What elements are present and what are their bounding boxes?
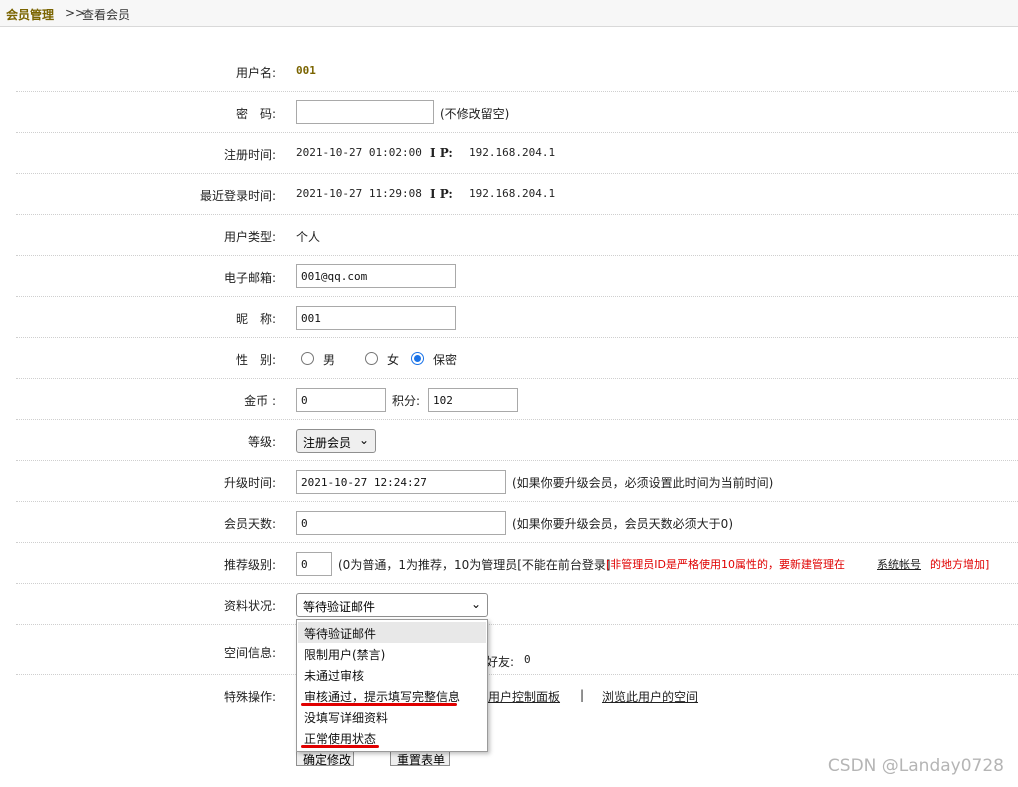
breadcrumb-page: 查看会员	[82, 8, 131, 22]
row-gender: 性 别: 男 女 保密	[16, 338, 1018, 379]
gender-secret-radio[interactable]	[411, 352, 424, 365]
status-option[interactable]: 未通过审核	[298, 664, 486, 685]
last-login-label: 最近登录时间:	[199, 189, 276, 203]
breadcrumb-section[interactable]: 会员管理	[6, 6, 54, 23]
recommend-hint: (0为普通，1为推荐，10为管理员[不能在前台登录]	[338, 558, 611, 572]
annotation-underline	[301, 703, 457, 706]
gender-female-radio[interactable]	[365, 352, 378, 365]
member-days-input[interactable]: 0	[296, 511, 506, 535]
row-coins: 金币 : 0 积分: 102	[16, 379, 1018, 420]
reg-ip-value: 192.168.204.1	[469, 146, 556, 159]
system-account-link[interactable]: 系统帐号	[877, 556, 921, 572]
member-days-hint: (如果你要升级会员，会员天数必须大于0)	[512, 517, 733, 531]
status-option[interactable]: 等待验证邮件	[298, 622, 486, 643]
browse-space-link[interactable]: 浏览此用户的空间	[602, 688, 698, 705]
email-input[interactable]: 001@qq.com	[296, 264, 456, 288]
gender-secret-label[interactable]: 保密	[433, 351, 457, 368]
row-nickname: 昵 称: 001	[16, 297, 1018, 338]
gender-female-label[interactable]: 女	[387, 351, 399, 368]
last-login-ip-label: I P:	[430, 187, 453, 201]
points-label: 积分:	[392, 394, 421, 408]
level-select-value: 注册会员	[303, 436, 352, 450]
last-login-value: 2021-10-27 11:29:08	[296, 187, 422, 200]
special-separator: |	[580, 688, 585, 702]
chevron-down-icon: ⌄	[358, 433, 369, 447]
password-hint: (不修改留空)	[440, 107, 510, 121]
row-member-days: 会员天数: 0 (如果你要升级会员，会员天数必须大于0)	[16, 502, 1018, 543]
nickname-input[interactable]: 001	[296, 306, 456, 330]
row-user-type: 用户类型: 个人	[16, 215, 1018, 256]
recommend-warning: [非管理员ID是严格使用10属性的，要新建管理在	[606, 558, 846, 571]
recommend-input[interactable]: 0	[296, 552, 332, 576]
nickname-label: 昵 称:	[235, 312, 276, 326]
row-recommend: 推荐级别: 0 (0为普通，1为推荐，10为管理员[不能在前台登录] [非管理员…	[16, 543, 1018, 584]
username-value: 001	[296, 64, 316, 77]
status-label: 资料状况:	[223, 599, 276, 613]
row-upgrade-time: 升级时间: 2021-10-27 12:24:27 (如果你要升级会员，必须设置…	[16, 461, 1018, 502]
user-type-label: 用户类型:	[223, 230, 276, 244]
upgrade-time-hint: (如果你要升级会员，必须设置此时间为当前时间)	[512, 476, 774, 490]
member-days-label: 会员天数:	[223, 517, 276, 531]
row-username: 用户名: 001	[16, 51, 1018, 92]
row-status: 资料状况: 等待验证邮件 ⌄	[16, 584, 1018, 625]
status-select[interactable]: 等待验证邮件 ⌄	[296, 593, 488, 617]
user-control-panel-link[interactable]: 用户控制面板	[488, 688, 560, 705]
row-reg-time: 注册时间: 2021-10-27 01:02:00 I P: 192.168.2…	[16, 133, 1018, 174]
row-space: 空间信息: 好友: 0	[16, 625, 1018, 675]
status-option[interactable]: 限制用户(禁言)	[298, 643, 486, 664]
password-label: 密 码:	[235, 107, 276, 121]
status-select-value: 等待验证邮件	[303, 600, 376, 614]
status-dropdown-list: 等待验证邮件 限制用户(禁言) 未通过审核 审核通过，提示填写完整信息 没填写详…	[296, 619, 488, 752]
gender-label: 性 别:	[235, 353, 276, 367]
reg-ip-label: I P:	[430, 146, 453, 160]
space-label: 空间信息:	[223, 646, 276, 660]
coins-input[interactable]: 0	[296, 388, 386, 412]
upgrade-time-input[interactable]: 2021-10-27 12:24:27	[296, 470, 506, 494]
row-password: 密 码: (不修改留空)	[16, 92, 1018, 133]
email-label: 电子邮箱:	[223, 271, 276, 285]
row-last-login: 最近登录时间: 2021-10-27 11:29:08 I P: 192.168…	[16, 174, 1018, 215]
last-login-ip-value: 192.168.204.1	[469, 187, 556, 200]
reg-time-value: 2021-10-27 01:02:00	[296, 146, 422, 159]
recommend-label: 推荐级别:	[223, 558, 276, 572]
recommend-warning-tail: 的地方增加]	[930, 558, 990, 571]
gender-male-label[interactable]: 男	[323, 351, 335, 368]
level-label: 等级:	[247, 435, 276, 449]
row-special: 特殊操作: 用户控制面板 | 浏览此用户的空间	[16, 675, 1018, 712]
points-input[interactable]: 102	[428, 388, 518, 412]
status-option[interactable]: 没填写详细资料	[298, 706, 486, 727]
username-label: 用户名:	[235, 66, 276, 80]
friends-value: 0	[524, 653, 531, 666]
upgrade-time-label: 升级时间:	[223, 476, 276, 490]
row-email: 电子邮箱: 001@qq.com	[16, 256, 1018, 297]
reg-time-label: 注册时间:	[223, 148, 276, 162]
annotation-underline	[301, 745, 379, 748]
password-input[interactable]	[296, 100, 434, 124]
row-level: 等级: 注册会员 ⌄	[16, 420, 1018, 461]
friends-label: 好友:	[486, 655, 515, 669]
level-select[interactable]: 注册会员 ⌄	[296, 429, 376, 453]
top-bar: 会员管理 >> 查看会员	[0, 0, 1018, 27]
chevron-down-icon: ⌄	[470, 597, 481, 611]
user-type-value: 个人	[296, 230, 321, 244]
special-label: 特殊操作:	[223, 690, 276, 704]
watermark: CSDN @Landay0728	[827, 756, 1004, 776]
coins-label: 金币 :	[244, 394, 276, 408]
gender-male-radio[interactable]	[301, 352, 314, 365]
